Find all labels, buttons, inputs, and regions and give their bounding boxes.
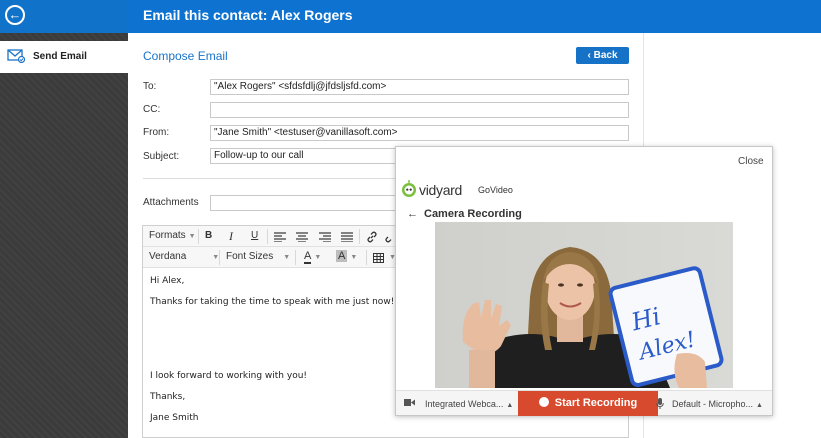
close-button[interactable]: Close <box>738 156 764 167</box>
underline-button[interactable]: U <box>251 230 258 241</box>
to-label: To: <box>143 81 157 92</box>
vidyard-robot-icon <box>402 180 416 197</box>
caret-down-icon: ▼ <box>188 233 196 240</box>
font-size-dropdown[interactable]: Font Sizes ▼ <box>226 251 290 262</box>
start-recording-button[interactable]: Start Recording <box>518 391 658 416</box>
govideo-label: GoVideo <box>478 185 513 195</box>
record-dot-icon <box>538 397 549 407</box>
caret-down-icon: ▼ <box>283 254 291 261</box>
bold-button[interactable]: B <box>205 230 212 241</box>
caret-down-icon: ▼ <box>314 254 322 261</box>
toolbar-separator <box>198 229 199 244</box>
envelope-icon <box>7 49 25 63</box>
camera-recording-title: Camera Recording <box>424 208 522 220</box>
vidyard-recorder-panel: Close vidyard GoVideo ← Camera Recording <box>395 146 773 416</box>
text-color-icon: A <box>304 250 312 264</box>
text-color-button[interactable]: A ▼ <box>304 250 321 264</box>
microphone-select-value: Default - Micropho... <box>672 399 754 409</box>
video-camera-icon <box>404 399 415 406</box>
highlight-color-button[interactable]: A ▼ <box>336 250 357 262</box>
highlight-icon: A <box>336 250 348 262</box>
align-justify-icon[interactable] <box>341 232 353 242</box>
microphone-icon <box>656 398 664 409</box>
chevron-left-icon: ‹ <box>587 50 591 61</box>
body-line: Jane Smith <box>150 413 199 423</box>
recording-controls-bar: Integrated Webca... ▲ Start Recording Def… <box>396 390 772 416</box>
to-field[interactable]: "Alex Rogers" <sfdsfdlj@jfdsljsfd.com> <box>210 79 629 95</box>
font-size-label: Font Sizes <box>226 251 274 262</box>
camera-select-value: Integrated Webca... <box>425 399 504 409</box>
caret-up-icon: ▲ <box>506 402 514 409</box>
caret-down-icon: ▼ <box>350 254 358 261</box>
webcam-preview: Hi Alex! <box>435 222 733 388</box>
subject-label: Subject: <box>143 151 180 162</box>
from-field[interactable]: "Jane Smith" <testuser@vanillasoft.com> <box>210 125 629 141</box>
page-title: Email this contact: Alex Rogers <box>143 7 353 23</box>
formats-label: Formats <box>149 230 186 241</box>
sidebar-item-send-email[interactable]: Send Email <box>0 41 128 73</box>
camera-recording-header[interactable]: ← Camera Recording <box>407 208 522 220</box>
back-arrow-icon[interactable]: ← <box>5 5 25 25</box>
toolbar-separator <box>267 229 268 244</box>
unlink-icon[interactable] <box>385 231 395 243</box>
body-line: I look forward to working with you! <box>150 371 308 381</box>
vidyard-brand: vidyard <box>419 182 463 198</box>
from-label: From: <box>143 127 170 138</box>
font-family-dropdown[interactable]: Verdana ▼ <box>149 251 219 262</box>
caret-up-icon: ▲ <box>756 402 763 409</box>
toolbar-separator <box>359 229 360 244</box>
cc-label: CC: <box>143 104 161 115</box>
back-button-label: Back <box>593 50 618 61</box>
arrow-left-icon[interactable]: ← <box>407 208 418 220</box>
header-left-block: ← <box>0 0 128 33</box>
webcam-frame-image: Hi Alex! <box>435 222 733 388</box>
start-recording-label: Start Recording <box>554 397 638 409</box>
camera-select[interactable]: Integrated Webca... ▲ <box>425 399 513 409</box>
table-icon[interactable] <box>373 253 384 263</box>
sidebar-item-label: Send Email <box>33 51 87 62</box>
link-icon[interactable] <box>366 231 378 243</box>
sidebar: Send Email <box>0 33 128 438</box>
back-button[interactable]: ‹ Back <box>576 47 629 64</box>
body-line: Hi Alex, <box>150 276 185 286</box>
header-bar: Email this contact: Alex Rogers <box>128 0 821 33</box>
compose-title: Compose Email <box>143 49 228 63</box>
italic-button[interactable]: I <box>229 229 233 244</box>
formats-dropdown[interactable]: Formats ▼ <box>149 230 196 241</box>
microphone-select[interactable]: Default - Micropho... ▲ <box>672 399 763 409</box>
align-left-icon[interactable] <box>274 232 286 242</box>
body-line: Thanks, <box>150 392 186 402</box>
align-center-icon[interactable] <box>296 232 308 242</box>
toolbar-separator <box>366 250 367 265</box>
cc-field[interactable] <box>210 102 629 118</box>
align-right-icon[interactable] <box>319 232 331 242</box>
toolbar-separator <box>219 250 220 265</box>
toolbar-separator <box>295 250 296 265</box>
attachments-label: Attachments <box>143 197 199 208</box>
body-line: Thanks for taking the time to speak with… <box>150 297 417 307</box>
font-family-label: Verdana <box>149 251 187 262</box>
